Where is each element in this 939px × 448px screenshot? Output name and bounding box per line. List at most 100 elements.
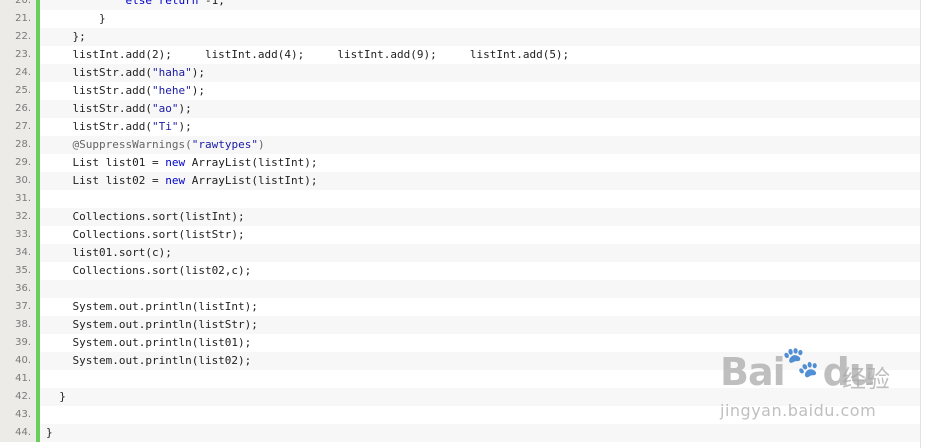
code-token: else — [125, 0, 152, 7]
line-number: 44. — [0, 424, 36, 442]
code-token: "Ti" — [151, 120, 179, 133]
code-text: listStr.add("haha"); — [40, 64, 920, 82]
code-token: System.out.println(list02); — [46, 354, 252, 367]
code-token: ); — [178, 120, 192, 133]
code-token: }; — [46, 30, 86, 43]
line-number: 39. — [0, 334, 36, 352]
code-token: } — [46, 426, 53, 439]
code-token: list01.sort(c); — [46, 246, 172, 259]
code-text: list01.sort(c); — [40, 244, 920, 262]
code-token: new — [165, 156, 186, 169]
code-line: 34. list01.sort(c); — [0, 244, 920, 262]
line-number: 23. — [0, 46, 36, 64]
baidu-jingyan-watermark: Bai du 🐾 经验 jingyan.baidu.com — [720, 345, 920, 435]
code-line: 22. }; — [0, 28, 920, 46]
code-text: List list01 = new ArrayList(listInt); — [40, 154, 920, 172]
line-number: 22. — [0, 28, 36, 46]
code-token: return — [158, 0, 199, 7]
line-number: 20. — [0, 0, 36, 10]
code-line: 35. Collections.sort(list02,c); — [0, 262, 920, 280]
code-token: List list01 = — [46, 156, 166, 169]
code-token: Collections.sort(listStr); — [46, 228, 245, 241]
line-number: 34. — [0, 244, 36, 262]
code-text: else return -1; — [40, 0, 920, 10]
code-token: listStr.add( — [46, 120, 152, 133]
code-token: listStr.add( — [46, 102, 152, 115]
code-line: 23. listInt.add(2); listInt.add(4); list… — [0, 46, 920, 64]
code-token: @SuppressWarnings( — [72, 138, 192, 151]
line-number: 28. — [0, 136, 36, 154]
line-number: 30. — [0, 172, 36, 190]
line-number: 32. — [0, 208, 36, 226]
code-line: 37. System.out.println(listInt); — [0, 298, 920, 316]
code-line: 38. System.out.println(listStr); — [0, 316, 920, 334]
code-token: ) — [257, 138, 265, 151]
code-line: 27. listStr.add("Ti"); — [0, 118, 920, 136]
code-line: 24. listStr.add("haha"); — [0, 64, 920, 82]
code-token: listStr.add( — [46, 84, 152, 97]
line-number: 43. — [0, 406, 36, 424]
code-text — [40, 280, 920, 298]
line-number: 42. — [0, 388, 36, 406]
line-number: 27. — [0, 118, 36, 136]
code-token: Collections.sort(list02,c); — [46, 264, 252, 277]
code-text: List list02 = new ArrayList(listInt); — [40, 172, 920, 190]
code-token: ); — [191, 66, 205, 79]
code-token: listInt.add(2); listInt.add(4); listInt.… — [46, 48, 570, 61]
code-token: Collections.sort(listInt); — [46, 210, 245, 223]
line-number: 26. — [0, 100, 36, 118]
code-text: listStr.add("hehe"); — [40, 82, 920, 100]
code-text: Collections.sort(listStr); — [40, 226, 920, 244]
code-token: } — [46, 12, 106, 25]
line-number: 36. — [0, 280, 36, 298]
code-line: 29. List list01 = new ArrayList(listInt)… — [0, 154, 920, 172]
code-token: ArrayList(listInt); — [185, 156, 318, 169]
code-token: System.out.println(listStr); — [46, 318, 258, 331]
line-number: 41. — [0, 370, 36, 388]
code-token: ArrayList(listInt); — [185, 174, 318, 187]
code-text: listInt.add(2); listInt.add(4); listInt.… — [40, 46, 920, 64]
code-line: 31. — [0, 190, 920, 208]
code-line: 20. else return -1; — [0, 0, 920, 10]
code-line: 30. List list02 = new ArrayList(listInt)… — [0, 172, 920, 190]
code-token: } — [46, 390, 66, 403]
code-line: 32. Collections.sort(listInt); — [0, 208, 920, 226]
code-line: 26. listStr.add("ao"); — [0, 100, 920, 118]
code-text: Collections.sort(listInt); — [40, 208, 920, 226]
code-text: listStr.add("ao"); — [40, 100, 920, 118]
code-text — [40, 190, 920, 208]
code-token: -1; — [198, 0, 225, 7]
code-text: System.out.println(listStr); — [40, 316, 920, 334]
code-line: 21. } — [0, 10, 920, 28]
line-number: 25. — [0, 82, 36, 100]
line-number: 35. — [0, 262, 36, 280]
code-token: ); — [178, 102, 192, 115]
code-text: System.out.println(listInt); — [40, 298, 920, 316]
line-number: 37. — [0, 298, 36, 316]
line-number: 33. — [0, 226, 36, 244]
line-number: 31. — [0, 190, 36, 208]
code-line: 28. @SuppressWarnings("rawtypes") — [0, 136, 920, 154]
code-line: 33. Collections.sort(listStr); — [0, 226, 920, 244]
code-text: Collections.sort(list02,c); — [40, 262, 920, 280]
line-number: 21. — [0, 10, 36, 28]
code-token: new — [165, 174, 186, 187]
scrollbar-edge — [920, 0, 921, 448]
line-number: 24. — [0, 64, 36, 82]
code-token: "haha" — [151, 66, 192, 79]
code-text: @SuppressWarnings("rawtypes") — [40, 136, 920, 154]
watermark-chinese: 经验 — [842, 365, 890, 393]
code-token: "ao" — [151, 102, 179, 115]
code-text: } — [40, 10, 920, 28]
code-text: listStr.add("Ti"); — [40, 118, 920, 136]
code-token: System.out.println(list01); — [46, 336, 252, 349]
line-number: 29. — [0, 154, 36, 172]
code-line: 25. listStr.add("hehe"); — [0, 82, 920, 100]
code-line: 36. — [0, 280, 920, 298]
code-token: "rawtypes" — [191, 138, 258, 151]
line-number: 38. — [0, 316, 36, 334]
code-token: List list02 = — [46, 174, 166, 187]
